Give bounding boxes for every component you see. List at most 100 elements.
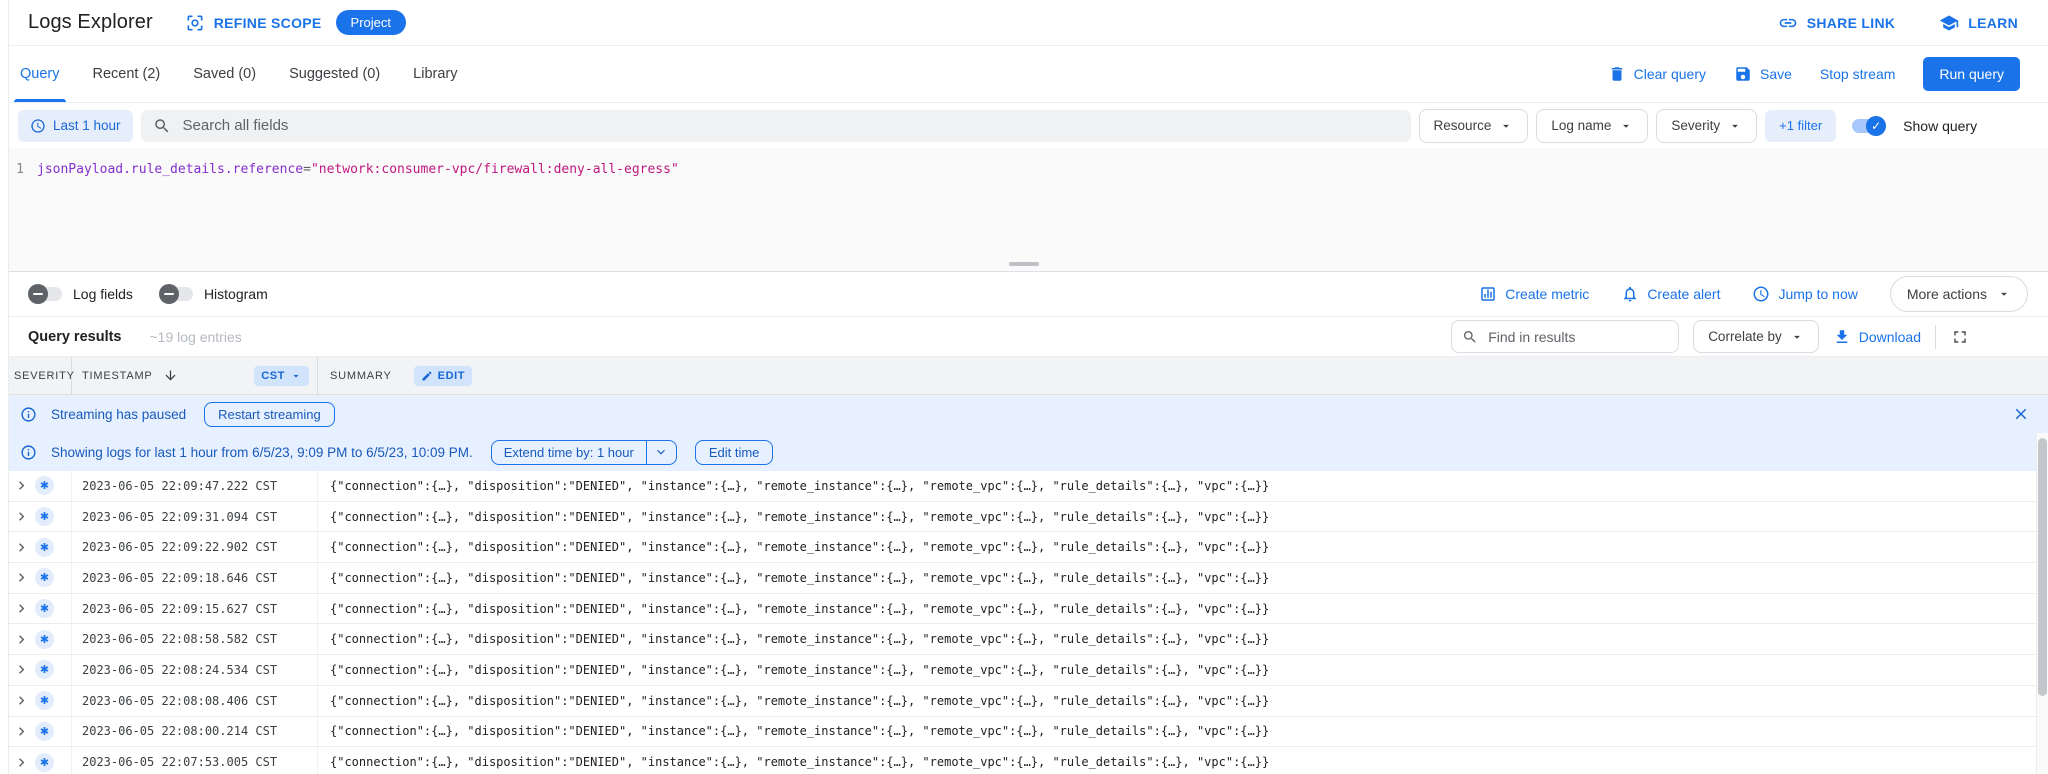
line-number: 1	[0, 161, 24, 179]
severity-default-icon: ✱	[35, 538, 54, 557]
vertical-scrollbar[interactable]	[2036, 433, 2048, 774]
log-summary: {"connection":{…}, "disposition":"DENIED…	[318, 724, 2036, 738]
log-timestamp: 2023-06-05 22:09:31.094 CST	[72, 502, 318, 532]
edit-time-button[interactable]: Edit time	[695, 440, 774, 465]
log-summary: {"connection":{…}, "disposition":"DENIED…	[318, 540, 2036, 554]
arrow-drop-down-icon	[1499, 119, 1513, 133]
extend-time-label[interactable]: Extend time by: 1 hour	[492, 441, 646, 464]
log-timestamp: 2023-06-05 22:07:53.005 CST	[72, 747, 318, 774]
timestamp-column-header[interactable]: TIMESTAMP CST	[72, 357, 318, 394]
graduation-cap-icon	[1939, 13, 1959, 33]
show-query-toggle[interactable]: ✓	[1850, 116, 1886, 136]
log-row[interactable]: ✱ 2023-06-05 22:08:00.214 CST {"connecti…	[0, 717, 2036, 748]
refine-scope-label: REFINE SCOPE	[214, 15, 322, 31]
trash-icon	[1608, 65, 1626, 83]
expand-chevron-icon[interactable]	[13, 508, 30, 525]
info-icon	[20, 406, 37, 423]
log-fields-toggle[interactable]	[28, 284, 64, 304]
chevron-down-icon[interactable]	[646, 441, 676, 464]
expand-chevron-icon[interactable]	[13, 569, 30, 586]
restart-streaming-button[interactable]: Restart streaming	[204, 402, 335, 427]
run-query-button[interactable]: Run query	[1923, 57, 2020, 91]
streaming-paused-message: Streaming has paused	[51, 407, 186, 422]
stop-stream-button[interactable]: Stop stream	[1820, 66, 1895, 82]
edit-label: EDIT	[438, 370, 465, 382]
editor-resize-handle[interactable]	[1009, 262, 1039, 266]
log-row[interactable]: ✱ 2023-06-05 22:08:24.534 CST {"connecti…	[0, 655, 2036, 686]
histogram-label: Histogram	[204, 286, 268, 302]
log-summary: {"connection":{…}, "disposition":"DENIED…	[318, 510, 2036, 524]
severity-default-icon: ✱	[35, 753, 54, 772]
log-row[interactable]: ✱ 2023-06-05 22:09:22.902 CST {"connecti…	[0, 532, 2036, 563]
timezone-selector[interactable]: CST	[254, 366, 309, 386]
expand-chevron-icon[interactable]	[13, 539, 30, 556]
log-summary: {"connection":{…}, "disposition":"DENIED…	[318, 602, 2036, 616]
log-name-dropdown[interactable]: Log name	[1536, 109, 1648, 143]
search-input[interactable]	[181, 116, 1399, 135]
streaming-paused-banner: Streaming has paused Restart streaming	[0, 395, 2048, 433]
create-metric-label: Create metric	[1505, 286, 1589, 302]
resource-dropdown[interactable]: Resource	[1419, 109, 1529, 143]
expand-chevron-icon[interactable]	[13, 477, 30, 494]
create-alert-button[interactable]: Create alert	[1621, 285, 1720, 303]
tab-suggested[interactable]: Suggested (0)	[289, 46, 380, 102]
share-link-button[interactable]: SHARE LINK	[1778, 13, 1896, 33]
log-row[interactable]: ✱ 2023-06-05 22:09:18.646 CST {"connecti…	[0, 563, 2036, 594]
summary-column-header: SUMMARY EDIT	[318, 357, 2048, 394]
expand-chevron-icon[interactable]	[13, 723, 30, 740]
log-row[interactable]: ✱ 2023-06-05 22:08:08.406 CST {"connecti…	[0, 686, 2036, 717]
download-label: Download	[1859, 329, 1921, 345]
sort-descending-icon[interactable]	[163, 368, 178, 383]
save-button[interactable]: Save	[1734, 65, 1792, 83]
expand-chevron-icon[interactable]	[13, 600, 30, 617]
tab-library[interactable]: Library	[413, 46, 457, 102]
expand-chevron-icon[interactable]	[13, 692, 30, 709]
log-row[interactable]: ✱ 2023-06-05 22:08:58.582 CST {"connecti…	[0, 624, 2036, 655]
header-actions: SHARE LINK LEARN	[1778, 13, 2048, 33]
log-row[interactable]: ✱ 2023-06-05 22:09:31.094 CST {"connecti…	[0, 502, 2036, 533]
save-label: Save	[1760, 66, 1792, 82]
correlate-by-dropdown[interactable]: Correlate by	[1693, 320, 1819, 353]
edit-summary-button[interactable]: EDIT	[414, 366, 472, 386]
toggle-knob-minus-icon	[28, 284, 48, 304]
expand-chevron-icon[interactable]	[13, 661, 30, 678]
histogram-toggle[interactable]	[159, 284, 195, 304]
time-range-banner: Showing logs for last 1 hour from 6/5/23…	[0, 433, 2036, 471]
learn-button[interactable]: LEARN	[1939, 13, 2018, 33]
time-range-chip[interactable]: Last 1 hour	[18, 110, 133, 142]
download-button[interactable]: Download	[1833, 328, 1921, 346]
jump-to-now-button[interactable]: Jump to now	[1752, 285, 1857, 303]
project-scope-badge[interactable]: Project	[336, 10, 406, 35]
timestamp-header-label: TIMESTAMP	[82, 370, 153, 382]
search-icon	[1462, 329, 1478, 345]
tab-saved[interactable]: Saved (0)	[193, 46, 256, 102]
query-text[interactable]: jsonPayload.rule_details.reference="netw…	[37, 161, 679, 179]
arrow-drop-down-icon	[290, 370, 302, 382]
log-row[interactable]: ✱ 2023-06-05 22:09:15.627 CST {"connecti…	[0, 594, 2036, 625]
query-editor-line: 1 jsonPayload.rule_details.reference="ne…	[0, 148, 2048, 179]
fullscreen-button[interactable]	[1950, 327, 1970, 347]
close-icon[interactable]	[2012, 405, 2030, 423]
expand-chevron-icon[interactable]	[13, 754, 30, 771]
severity-column-header[interactable]: SEVERITY	[0, 357, 72, 394]
severity-dropdown[interactable]: Severity	[1656, 109, 1757, 143]
find-in-results-input[interactable]	[1486, 328, 1668, 346]
more-actions-button[interactable]: More actions	[1890, 276, 2028, 312]
query-editor[interactable]: 1 jsonPayload.rule_details.reference="ne…	[0, 148, 2048, 272]
toggle-knob-check-icon: ✓	[1866, 116, 1886, 136]
severity-default-icon: ✱	[35, 630, 54, 649]
tab-recent[interactable]: Recent (2)	[93, 46, 161, 102]
log-row[interactable]: ✱ 2023-06-05 22:07:53.005 CST {"connecti…	[0, 747, 2036, 774]
arrow-drop-down-icon	[1728, 119, 1742, 133]
create-metric-button[interactable]: Create metric	[1479, 285, 1589, 303]
log-row[interactable]: ✱ 2023-06-05 22:09:47.222 CST {"connecti…	[0, 471, 2036, 502]
link-icon	[1778, 13, 1798, 33]
clear-query-button[interactable]: Clear query	[1608, 65, 1706, 83]
arrow-drop-down-icon	[1790, 330, 1804, 344]
tab-query[interactable]: Query	[20, 46, 60, 102]
more-filters-chip[interactable]: +1 filter	[1765, 110, 1836, 142]
log-summary: {"connection":{…}, "disposition":"DENIED…	[318, 632, 2036, 646]
refine-scope-button[interactable]: REFINE SCOPE	[185, 13, 322, 33]
scrollbar-thumb[interactable]	[2038, 438, 2047, 696]
expand-chevron-icon[interactable]	[13, 631, 30, 648]
